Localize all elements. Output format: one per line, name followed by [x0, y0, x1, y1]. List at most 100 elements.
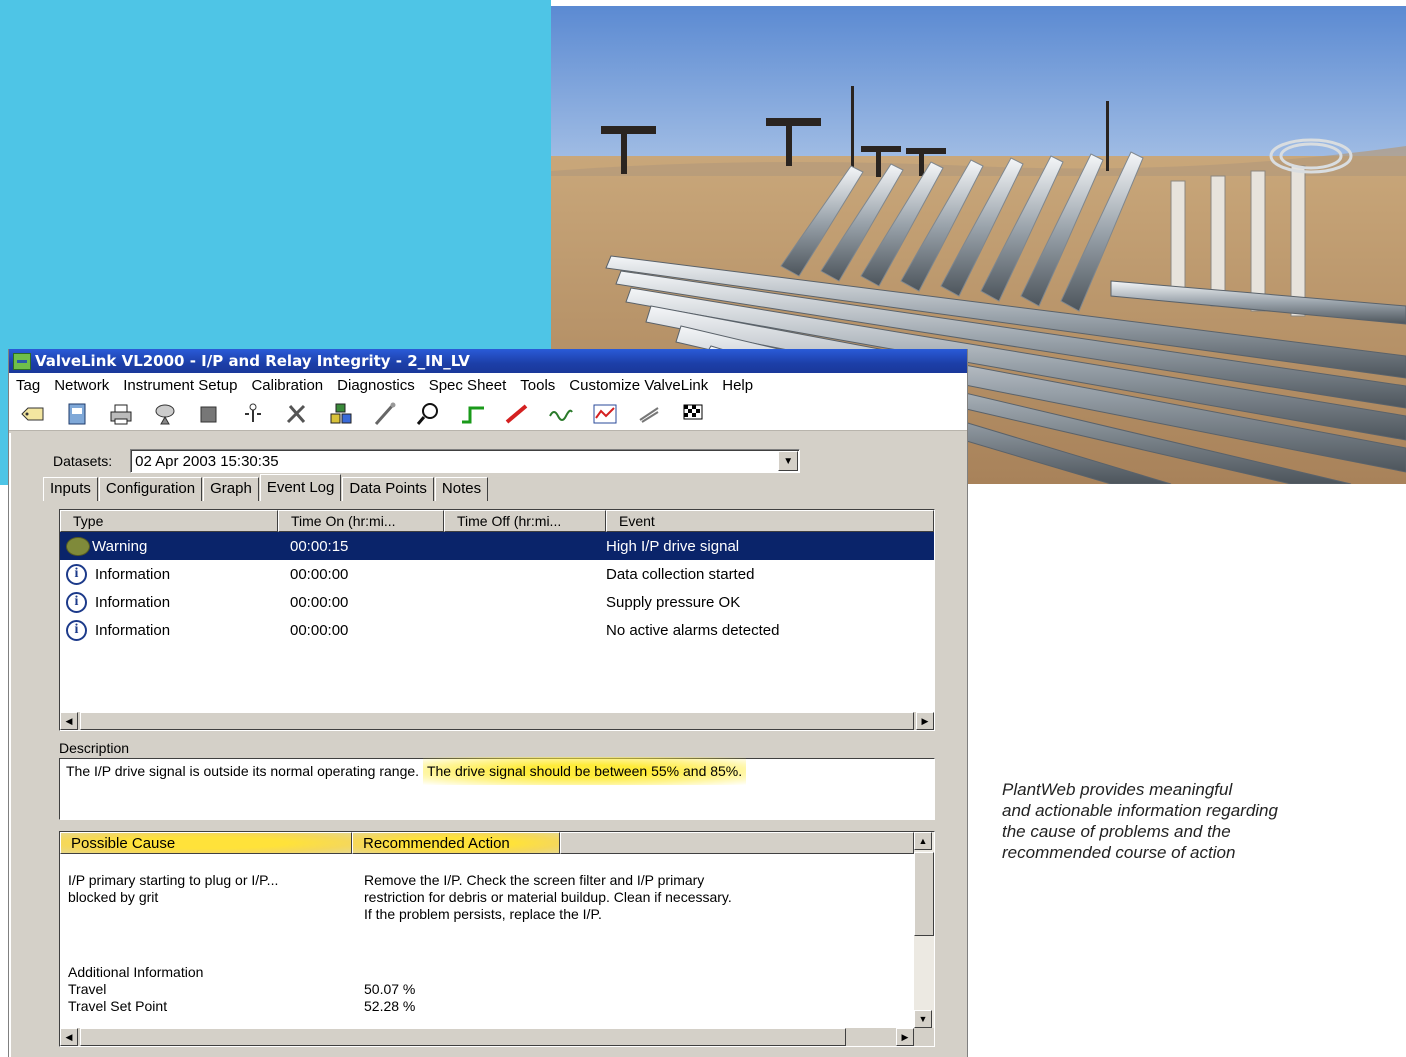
caption-line: and actionable information regarding [1002, 801, 1278, 820]
additional-info-label: Additional Information [68, 964, 204, 980]
datasets-label: Datasets: [53, 453, 113, 469]
column-header-recommended-action[interactable]: Recommended Action [352, 832, 560, 854]
tab-graph[interactable]: Graph [203, 477, 259, 501]
scroll-left-icon[interactable]: ◀ [60, 712, 78, 730]
tab-strip: Inputs Configuration Graph Event Log Dat… [43, 474, 489, 501]
row-event: Data collection started [606, 565, 755, 583]
travel-label: Travel [68, 981, 107, 997]
cause-action-header: Possible Cause Recommended Action [60, 832, 934, 854]
menu-diagnostics[interactable]: Diagnostics [330, 377, 422, 394]
tab-configuration[interactable]: Configuration [98, 477, 203, 501]
caption: PlantWeb provides meaningful and actiona… [1002, 779, 1362, 863]
column-header-event[interactable]: Event [606, 510, 934, 532]
warning-icon [66, 536, 90, 556]
cause-action-panel: Possible Cause Recommended Action I/P pr… [59, 831, 935, 1047]
column-header-time-off[interactable]: Time Off (hr:mi... [444, 510, 606, 532]
scroll-thumb[interactable] [914, 852, 934, 936]
row-type: Warning [92, 537, 148, 555]
travel-value: 50.07 % [364, 981, 416, 997]
caption-line: PlantWeb provides meaningful [1002, 780, 1233, 799]
wave-icon[interactable] [541, 399, 581, 429]
vertical-scrollbar[interactable]: ▲ ▼ [914, 832, 934, 1028]
menu-instrument-setup[interactable]: Instrument Setup [116, 377, 244, 394]
caption-line: the cause of problems and the [1002, 822, 1231, 841]
window-body: Datasets: 02 Apr 2003 15:30:35 ▼ Inputs … [9, 433, 967, 1057]
event-log-header: Type Time On (hr:mi... Time Off (hr:mi..… [60, 510, 934, 532]
scroll-down-icon[interactable]: ▼ [914, 1010, 932, 1028]
row-time-on: 00:00:15 [290, 537, 349, 555]
probe-icon[interactable] [365, 399, 405, 429]
cause-line: I/P primary starting to plug or I/P... [68, 872, 279, 888]
connector-icon[interactable] [233, 399, 273, 429]
flag-outline-icon[interactable] [629, 399, 669, 429]
tab-inputs[interactable]: Inputs [43, 477, 98, 501]
menu-tag[interactable]: Tag [9, 377, 47, 394]
action-line: restriction for debris or material build… [364, 889, 732, 905]
row-time-on: 00:00:00 [290, 565, 349, 583]
menu-network[interactable]: Network [47, 377, 116, 394]
tag-icon[interactable] [13, 399, 53, 429]
tab-event-log[interactable]: Event Log [259, 474, 342, 501]
description-text: The I/P drive signal is outside its norm… [66, 763, 420, 779]
row-event: High I/P drive signal [606, 537, 740, 555]
tab-notes[interactable]: Notes [434, 477, 489, 501]
satellite-icon[interactable] [145, 399, 185, 429]
action-line: Remove the I/P. Check the screen filter … [364, 872, 705, 888]
menu-customize-valvelink[interactable]: Customize ValveLink [562, 377, 715, 394]
menu-tools[interactable]: Tools [513, 377, 562, 394]
row-type: Information [95, 565, 171, 583]
scroll-right-icon[interactable]: ▶ [896, 1028, 914, 1046]
cause-line: blocked by grit [68, 889, 159, 905]
column-header-type[interactable]: Type [60, 510, 278, 532]
horizontal-scrollbar[interactable]: ◀ ▶ [60, 1028, 934, 1046]
ramp-icon[interactable] [497, 399, 537, 429]
travel-set-point-value: 52.28 % [364, 998, 416, 1014]
row-type: Information [95, 621, 171, 639]
column-header-possible-cause[interactable]: Possible Cause [60, 832, 352, 854]
scroll-up-icon[interactable]: ▲ [914, 832, 932, 850]
menu-spec-sheet[interactable]: Spec Sheet [422, 377, 514, 394]
description-box: The I/P drive signal is outside its norm… [59, 757, 935, 820]
tab-data-points[interactable]: Data Points [342, 477, 434, 501]
app-icon [13, 352, 31, 370]
scroll-left-icon[interactable]: ◀ [60, 1028, 78, 1046]
notebook-icon[interactable] [57, 399, 97, 429]
menu-help[interactable]: Help [715, 377, 760, 394]
datasets-dropdown[interactable]: 02 Apr 2003 15:30:35 ▼ [130, 449, 801, 473]
magnifier-icon[interactable] [409, 399, 449, 429]
row-event: Supply pressure OK [606, 593, 741, 611]
datasets-value: 02 Apr 2003 15:30:35 [135, 452, 279, 470]
graph-icon[interactable] [585, 399, 625, 429]
horizontal-scrollbar[interactable]: ◀ ▶ [60, 712, 934, 730]
scroll-thumb[interactable] [80, 1028, 846, 1046]
description-label: Description [59, 740, 130, 756]
row-event: No active alarms detected [606, 621, 780, 639]
checkered-flag-icon[interactable] [673, 399, 713, 429]
title-bar[interactable]: ValveLink VL2000 - I/P and Relay Integri… [9, 349, 967, 373]
scroll-thumb[interactable] [80, 712, 914, 730]
blocks-icon[interactable] [321, 399, 361, 429]
tools-icon[interactable] [277, 399, 317, 429]
description-highlight: The drive signal should be between 55% a… [422, 757, 747, 785]
menu-calibration[interactable]: Calibration [244, 377, 330, 394]
square-icon[interactable] [189, 399, 229, 429]
window-title: ValveLink VL2000 - I/P and Relay Integri… [35, 352, 470, 370]
information-icon: i [66, 619, 87, 641]
caption-line: recommended course of action [1002, 843, 1236, 862]
table-row[interactable]: i Information 00:00:00 Data collection st… [60, 560, 934, 588]
table-row[interactable]: i Information 00:00:00 No active alarms d… [60, 616, 934, 644]
datasets-row: Datasets: 02 Apr 2003 15:30:35 ▼ [53, 449, 801, 473]
table-row[interactable]: Warning 00:00:15 High I/P drive signal [60, 532, 934, 560]
travel-set-point-label: Travel Set Point [68, 998, 168, 1014]
table-row[interactable]: i Information 00:00:00 Supply pressure OK [60, 588, 934, 616]
step-icon[interactable] [453, 399, 493, 429]
information-icon: i [66, 563, 87, 585]
column-header-blank [560, 832, 914, 854]
chevron-down-icon[interactable]: ▼ [778, 451, 799, 471]
event-log-list: Type Time On (hr:mi... Time Off (hr:mi..… [59, 509, 935, 731]
action-line: If the problem persists, replace the I/P… [364, 906, 602, 922]
scroll-right-icon[interactable]: ▶ [916, 712, 934, 730]
row-type: Information [95, 593, 171, 611]
printer-icon[interactable] [101, 399, 141, 429]
column-header-time-on[interactable]: Time On (hr:mi... [278, 510, 444, 532]
